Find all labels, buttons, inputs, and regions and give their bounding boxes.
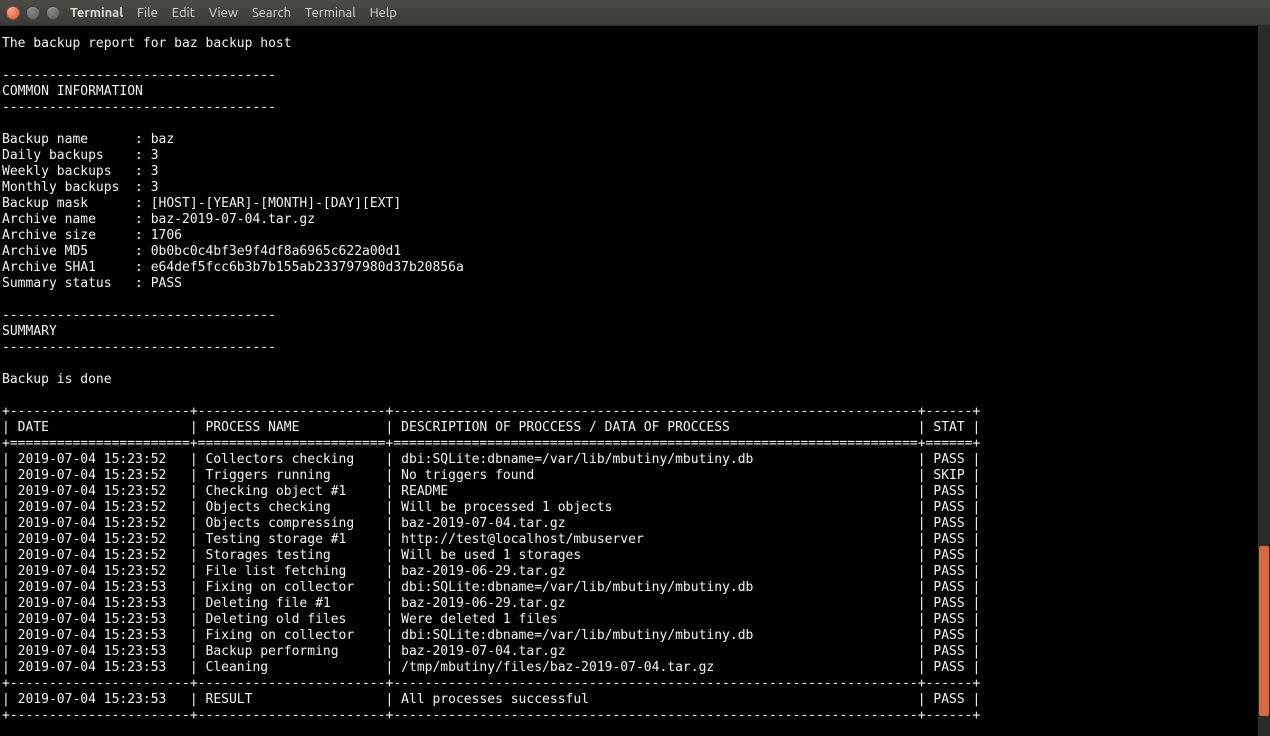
minimize-icon[interactable] bbox=[26, 6, 40, 20]
window-controls bbox=[6, 6, 60, 20]
scrollbar-thumb[interactable] bbox=[1259, 546, 1269, 716]
scrollbar-track[interactable] bbox=[1258, 26, 1270, 736]
menu-file[interactable]: File bbox=[137, 6, 158, 20]
window-titlebar: Terminal File Edit View Search Terminal … bbox=[0, 0, 1270, 26]
menu-bar: File Edit View Search Terminal Help bbox=[137, 6, 397, 20]
menu-search[interactable]: Search bbox=[252, 6, 291, 20]
menu-terminal[interactable]: Terminal bbox=[305, 6, 356, 20]
maximize-icon[interactable] bbox=[46, 6, 60, 20]
menu-help[interactable]: Help bbox=[370, 6, 397, 20]
terminal-output[interactable]: The backup report for baz backup host --… bbox=[0, 26, 1270, 726]
close-icon[interactable] bbox=[6, 6, 20, 20]
menu-view[interactable]: View bbox=[209, 6, 238, 20]
app-title: Terminal bbox=[70, 6, 123, 20]
menu-edit[interactable]: Edit bbox=[172, 6, 195, 20]
